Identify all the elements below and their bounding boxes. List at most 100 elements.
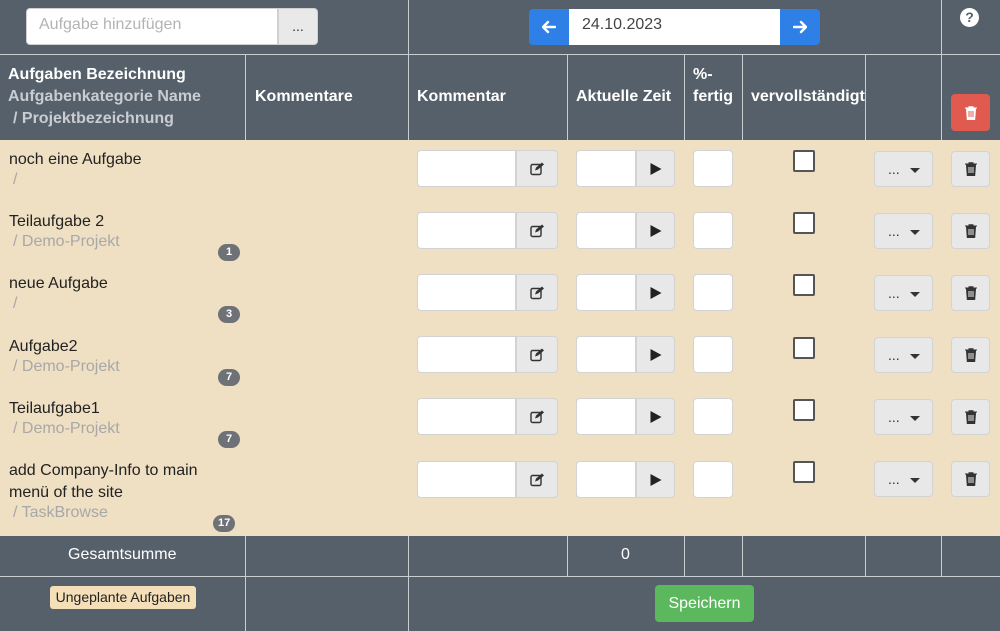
delete-row-button[interactable]: [951, 213, 990, 249]
header-category: Aufgabenkategorie Name: [8, 88, 201, 105]
header-current-time: Aktuelle Zeit: [576, 88, 672, 105]
trash-icon: [964, 105, 977, 120]
add-task-input[interactable]: Aufgabe hinzufügen: [26, 8, 278, 45]
delete-row-button[interactable]: [951, 151, 990, 187]
time-input[interactable]: [576, 150, 636, 187]
comment-input[interactable]: [417, 398, 516, 435]
row-menu-button[interactable]: ...: [874, 151, 933, 187]
start-timer-button[interactable]: [636, 398, 675, 435]
previous-day-button[interactable]: [529, 9, 569, 45]
percent-input[interactable]: [693, 274, 733, 311]
comment-input[interactable]: [417, 212, 516, 249]
completed-checkbox[interactable]: [793, 212, 815, 234]
task-project: / Demo-Projekt: [13, 358, 120, 375]
date-field[interactable]: 24.10.2023: [569, 9, 780, 45]
start-timer-button[interactable]: [636, 336, 675, 373]
total-label: Gesamtsumme: [68, 546, 177, 563]
edit-comment-button[interactable]: [516, 212, 558, 249]
completed-checkbox[interactable]: [793, 337, 815, 359]
header-completed: vervollständigt: [751, 88, 865, 105]
delete-row-button[interactable]: [951, 399, 990, 435]
row-menu-button[interactable]: ...: [874, 275, 933, 311]
trash-icon: [964, 472, 977, 486]
play-icon: [650, 473, 661, 486]
start-timer-button[interactable]: [636, 212, 675, 249]
header-divider: [567, 55, 568, 140]
delete-row-button[interactable]: [951, 461, 990, 497]
menu-label: ...: [888, 409, 900, 425]
task-name: neue Aufgabe: [9, 275, 108, 292]
time-input[interactable]: [576, 336, 636, 373]
header-divider: [865, 55, 866, 140]
caret-down-icon: [910, 230, 920, 235]
play-icon: [650, 224, 661, 237]
next-day-button[interactable]: [780, 9, 820, 45]
task-project: / Demo-Projekt: [13, 233, 120, 250]
edit-icon: [530, 410, 544, 423]
time-input[interactable]: [576, 212, 636, 249]
footer-col-divider: [245, 536, 246, 631]
row-menu-button[interactable]: ...: [874, 337, 933, 373]
comment-input[interactable]: [417, 274, 516, 311]
menu-label: ...: [888, 161, 900, 177]
caret-down-icon: [910, 416, 920, 421]
caret-down-icon: [910, 354, 920, 359]
row-menu-button[interactable]: ...: [874, 399, 933, 435]
percent-input[interactable]: [693, 398, 733, 435]
task-name: Teilaufgabe1: [9, 400, 100, 417]
delete-row-button[interactable]: [951, 275, 990, 311]
percent-input[interactable]: [693, 336, 733, 373]
percent-input[interactable]: [693, 150, 733, 187]
edit-icon: [530, 162, 544, 175]
footer-col-divider: [865, 536, 866, 576]
percent-input[interactable]: [693, 212, 733, 249]
completed-checkbox[interactable]: [793, 274, 815, 296]
row-menu-button[interactable]: ...: [874, 213, 933, 249]
percent-input[interactable]: [693, 461, 733, 498]
header-divider: [245, 55, 246, 140]
help-icon[interactable]: ?: [960, 8, 979, 27]
header-percent-line1: %-: [693, 66, 713, 83]
delete-all-button[interactable]: [951, 94, 990, 131]
start-timer-button[interactable]: [636, 274, 675, 311]
header-comments: Kommentare: [255, 88, 353, 105]
subtask-count-badge: 17: [213, 515, 236, 532]
edit-comment-button[interactable]: [516, 274, 558, 311]
footer-col-divider: [684, 536, 685, 576]
caret-down-icon: [910, 168, 920, 173]
edit-comment-button[interactable]: [516, 398, 558, 435]
task-name: noch eine Aufgabe: [9, 151, 142, 168]
caret-down-icon: [910, 292, 920, 297]
time-input[interactable]: [576, 461, 636, 498]
delete-row-button[interactable]: [951, 337, 990, 373]
comment-input[interactable]: [417, 336, 516, 373]
row-menu-button[interactable]: ...: [874, 461, 933, 497]
comment-input[interactable]: [417, 150, 516, 187]
start-timer-button[interactable]: [636, 461, 675, 498]
unplanned-tasks-button[interactable]: Ungeplante Aufgaben: [50, 586, 196, 609]
header-task-name: Aufgaben Bezeichnung: [8, 66, 186, 83]
comment-input[interactable]: [417, 461, 516, 498]
save-button[interactable]: Speichern: [655, 585, 754, 622]
header-top-divider: [0, 54, 1000, 55]
completed-checkbox[interactable]: [793, 399, 815, 421]
topbar-divider-1: [408, 0, 409, 55]
time-input[interactable]: [576, 398, 636, 435]
task-project: /: [13, 295, 18, 312]
trash-icon: [964, 162, 977, 176]
footer-col-divider: [408, 536, 409, 631]
add-task-more-button[interactable]: ...: [278, 8, 318, 45]
edit-comment-button[interactable]: [516, 336, 558, 373]
time-input[interactable]: [576, 274, 636, 311]
completed-checkbox[interactable]: [793, 461, 815, 483]
start-timer-button[interactable]: [636, 150, 675, 187]
arrow-left-icon: [542, 20, 556, 34]
footer-col-divider: [742, 536, 743, 576]
header-divider: [742, 55, 743, 140]
edit-comment-button[interactable]: [516, 150, 558, 187]
header-percent-line2: fertig: [693, 88, 733, 105]
edit-comment-button[interactable]: [516, 461, 558, 498]
completed-checkbox[interactable]: [793, 150, 815, 172]
subtask-count-badge: 7: [218, 431, 240, 448]
topbar-divider-2: [941, 0, 942, 55]
